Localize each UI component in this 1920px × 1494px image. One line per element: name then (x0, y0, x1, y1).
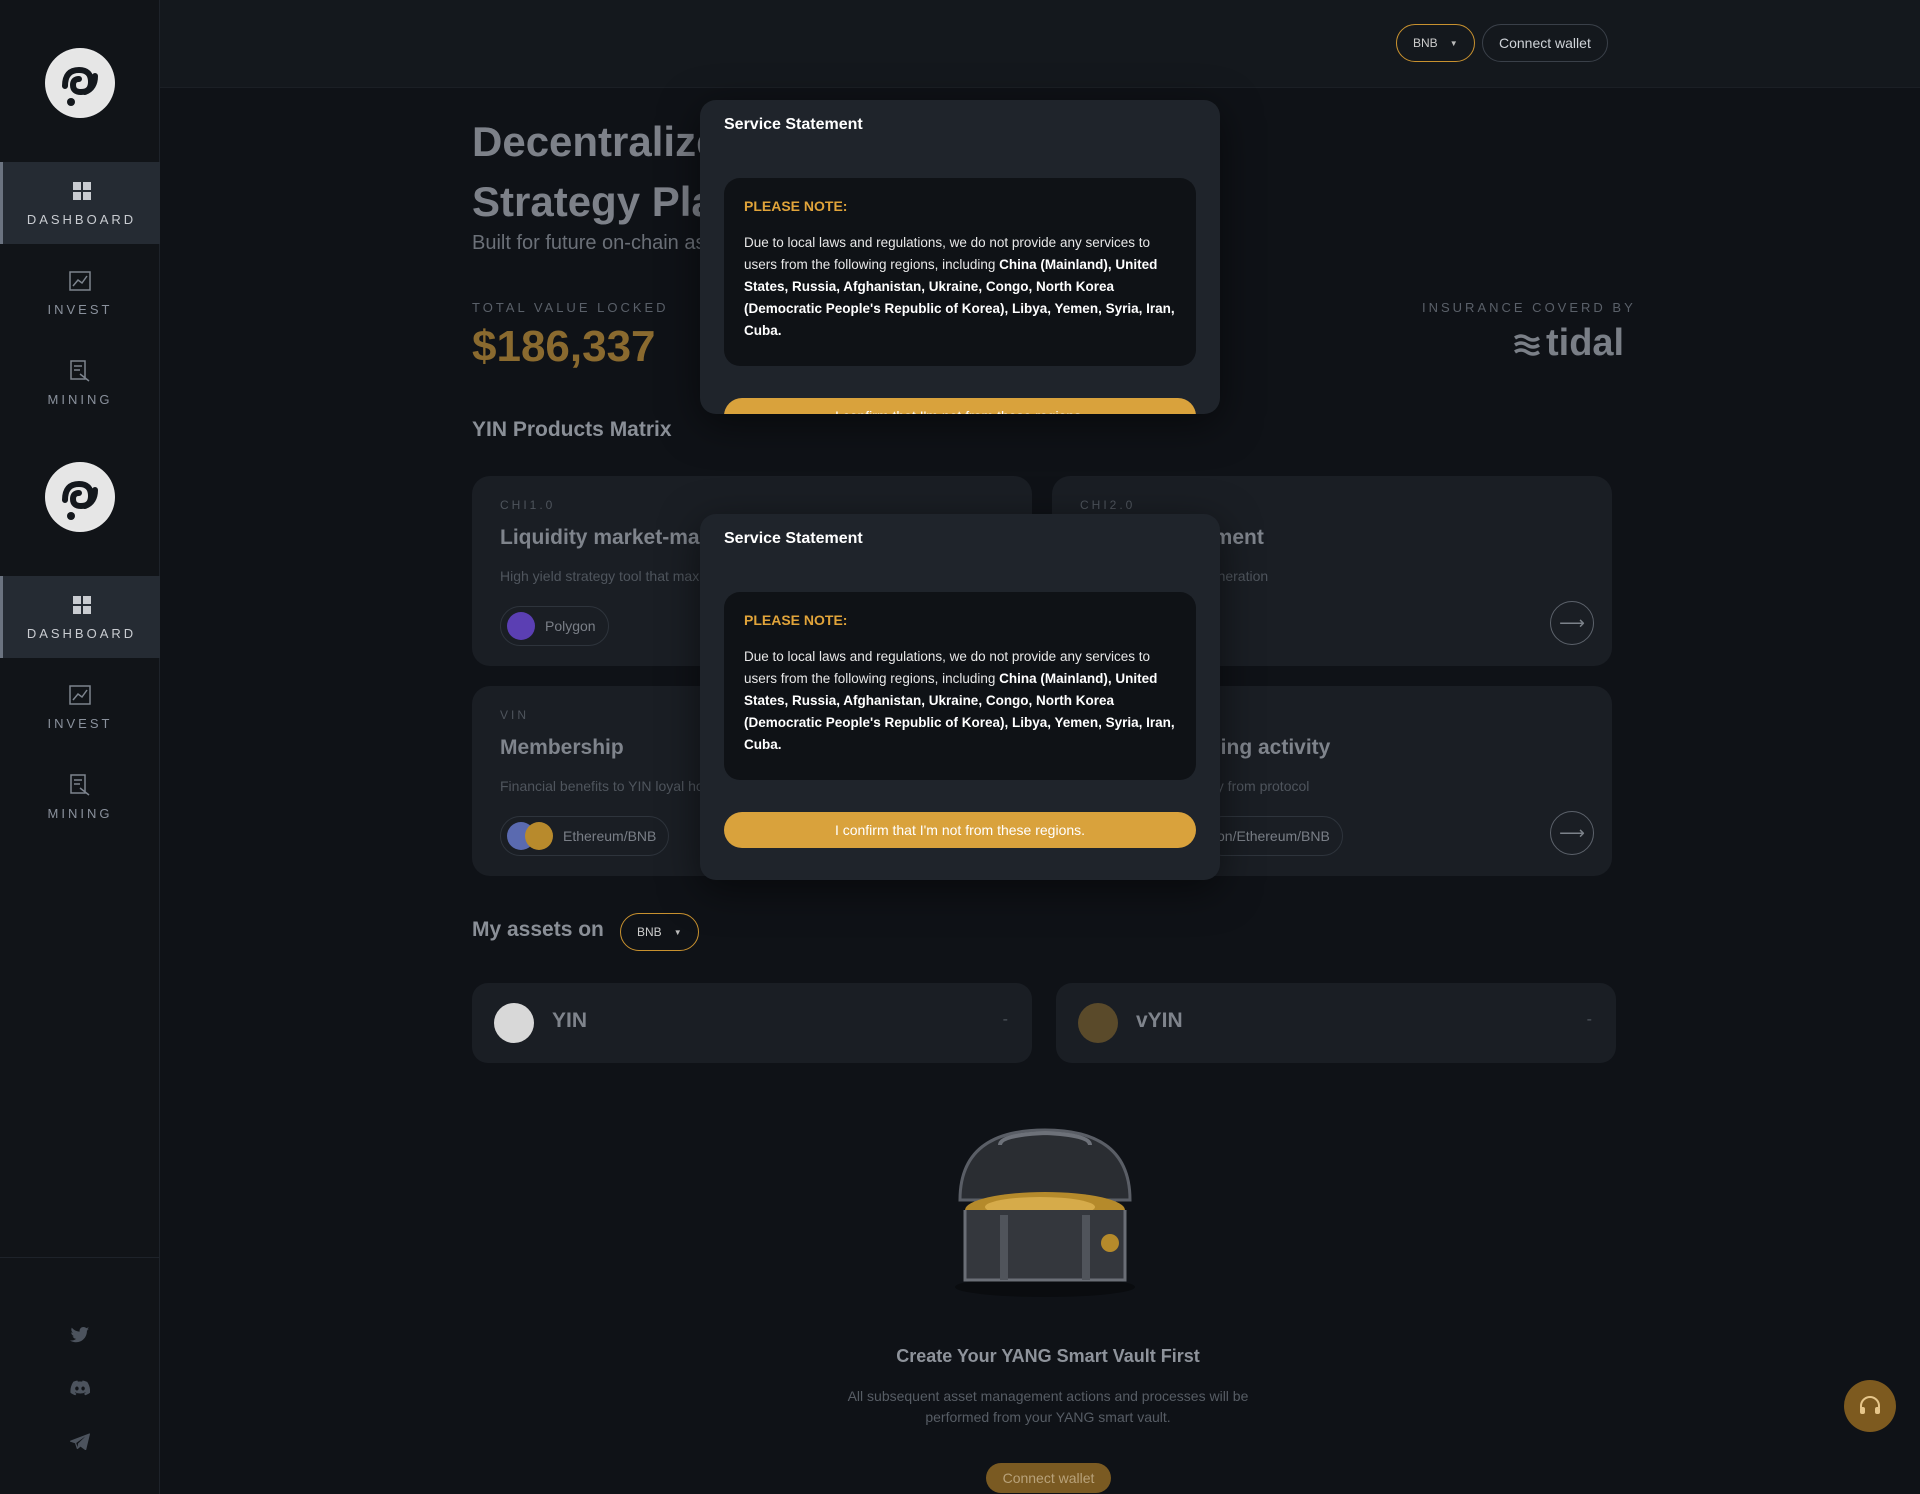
hero-title-line1: Decentralize (472, 118, 720, 165)
assets-title: My assets on (472, 918, 604, 941)
empty-state-title: Create Your YANG Smart Vault First (896, 1346, 1200, 1366)
sidebar-item-dashboard[interactable]: DASHBOARD (0, 576, 160, 658)
bnb-icon (525, 822, 553, 850)
note-body: Due to local laws and regulations, we do… (744, 646, 1176, 756)
asset-value: - (1002, 1011, 1008, 1028)
connect-wallet-button[interactable]: Connect wallet (986, 1463, 1111, 1493)
discord-icon[interactable] (66, 1374, 94, 1402)
arrow-right-button[interactable]: ⟶ (1550, 601, 1594, 645)
caret-down-icon: ▼ (1449, 38, 1458, 48)
sidebar-item-label: INVEST (47, 715, 113, 731)
vyin-token-icon (1078, 1003, 1118, 1043)
network-select[interactable]: BNB ▼ (1396, 24, 1475, 62)
app-root: DASHBOARD INVEST MINING DASHBOARD INVEST… (0, 0, 1920, 1494)
top-bar: BNB ▼ Connect wallet (160, 0, 1920, 88)
card-tag: VIN (500, 708, 530, 722)
sidebar-item-label: MINING (47, 805, 113, 821)
network-chip-label: on/Ethereum/BNB (1217, 828, 1330, 844)
mining-icon (69, 359, 91, 382)
network-select-label: BNB (1413, 36, 1438, 50)
network-chip[interactable]: Polygon (500, 606, 609, 646)
confirm-regions-button[interactable]: I confirm that I'm not from these region… (724, 398, 1196, 414)
empty-state-desc: All subsequent asset management actions … (847, 1388, 1249, 1425)
hero-subtitle: Built for future on-chain as (472, 232, 706, 254)
card-title: ining activity (1202, 736, 1331, 759)
modal-title: Service Statement (724, 530, 863, 547)
tidal-waves-icon (1514, 333, 1540, 356)
card-title: Liquidity market-mak (500, 526, 712, 549)
sidebar-item-label: MINING (47, 391, 113, 407)
sidebar-item-label: DASHBOARD (26, 625, 137, 641)
asset-card-yin[interactable]: YIN - (472, 983, 1032, 1063)
card-tag: CHI1.0 (500, 498, 556, 512)
sidebar-divider (0, 1257, 160, 1258)
treasure-chest-image (955, 1128, 1135, 1297)
network-chip[interactable]: on/Ethereum/BNB (1202, 816, 1343, 856)
sidebar-item-label: DASHBOARD (26, 211, 137, 227)
service-statement-modal: Service Statement PLEASE NOTE: Due to lo… (700, 514, 1220, 880)
dashboard-icon (71, 180, 93, 202)
asset-value: - (1586, 1011, 1592, 1028)
sidebar: DASHBOARD INVEST MINING DASHBOARD INVEST… (0, 0, 160, 1494)
assets-network-select[interactable]: BNB ▼ (620, 913, 699, 951)
chain-icons (507, 822, 553, 850)
asset-card-vyin[interactable]: vYIN - (1056, 983, 1616, 1063)
confirm-regions-button[interactable]: I confirm that I'm not from these region… (724, 812, 1196, 848)
connect-wallet-button[interactable]: Connect wallet (1482, 24, 1608, 62)
tidal-name: tidal (1546, 322, 1625, 364)
network-chip-label: Polygon (545, 618, 596, 634)
sidebar-item-invest[interactable]: INVEST (0, 666, 160, 748)
dashboard-icon (71, 594, 93, 616)
sidebar-item-mining[interactable]: MINING (0, 756, 160, 838)
sidebar-item-label: INVEST (47, 301, 113, 317)
polygon-icon (507, 612, 535, 640)
hero-title-line2: Strategy Pla (472, 178, 715, 225)
sidebar-item-invest[interactable]: INVEST (0, 252, 160, 334)
card-desc: High yield strategy tool that max (500, 568, 700, 584)
tidal-logo[interactable]: tidal (1514, 322, 1624, 365)
chart-icon (69, 684, 91, 706)
card-desc: Financial benefits to YIN loyal ho (500, 778, 704, 794)
arrow-right-button[interactable]: ⟶ (1550, 811, 1594, 855)
network-chip[interactable]: Ethereum/BNB (500, 816, 670, 856)
chart-icon (69, 270, 91, 292)
network-chip-label: Ethereum/BNB (563, 828, 657, 844)
card-title: Membership (500, 736, 624, 759)
service-statement-modal: Service Statement PLEASE NOTE: Due to lo… (700, 100, 1220, 414)
note-heading: PLEASE NOTE: (744, 198, 848, 214)
asset-name: YIN (552, 1009, 588, 1032)
yin-token-icon (494, 1003, 534, 1043)
logo[interactable] (45, 462, 115, 532)
modal-title: Service Statement (724, 116, 863, 133)
headset-icon (1860, 1396, 1880, 1414)
tvl-value: $186,337 (472, 322, 656, 371)
note-box: PLEASE NOTE: Due to local laws and regul… (724, 178, 1196, 366)
products-title: YIN Products Matrix (472, 418, 672, 441)
insurance-label: INSURANCE COVERD BY (1422, 300, 1636, 315)
twitter-icon[interactable] (66, 1321, 94, 1349)
network-select-label: BNB (637, 925, 662, 939)
note-heading: PLEASE NOTE: (744, 612, 848, 628)
asset-name: vYIN (1136, 1009, 1183, 1032)
caret-down-icon: ▼ (673, 927, 682, 937)
sidebar-item-dashboard[interactable]: DASHBOARD (0, 162, 160, 244)
note-box: PLEASE NOTE: Due to local laws and regul… (724, 592, 1196, 780)
tvl-label: TOTAL VALUE LOCKED (472, 300, 669, 315)
telegram-icon[interactable] (66, 1427, 94, 1455)
note-body: Due to local laws and regulations, we do… (744, 232, 1176, 342)
mining-icon (69, 773, 91, 796)
support-button[interactable] (1844, 1380, 1896, 1432)
logo[interactable] (45, 48, 115, 118)
card-tag: CHI2.0 (1080, 498, 1136, 512)
sidebar-item-mining[interactable]: MINING (0, 342, 160, 424)
